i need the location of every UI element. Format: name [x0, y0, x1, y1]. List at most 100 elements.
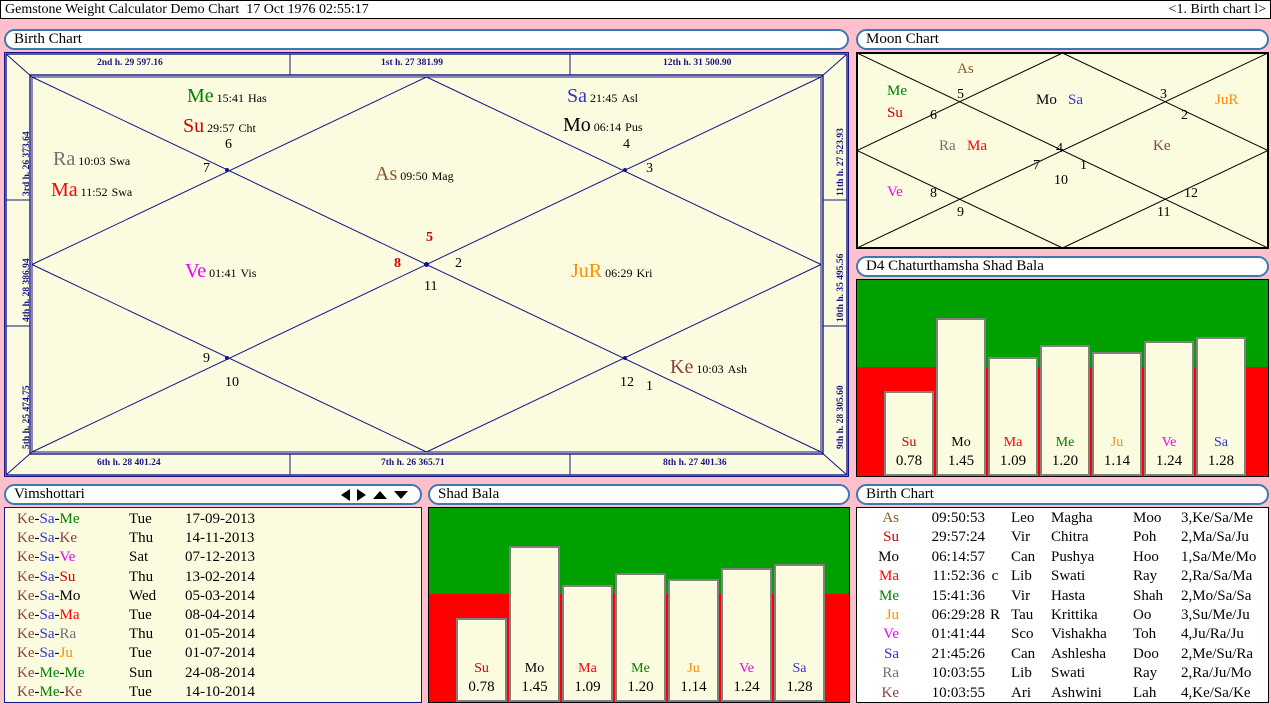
table-row[interactable]: Ra 10:03:55 Lib Swati Ray 2,Ra/Ju/Mo	[857, 664, 1268, 683]
planet-mo[interactable]: Mo 06:14 Pus	[563, 114, 642, 137]
bar-su[interactable]: Su 0.78	[884, 391, 934, 476]
house-label-11: 11th h. 27 523.93	[836, 128, 846, 196]
bar-ve[interactable]: Ve 1.24	[1144, 340, 1194, 476]
moon-planet-mo[interactable]: Mo	[1036, 92, 1057, 109]
bar-su[interactable]: Su 0.78	[456, 617, 507, 702]
moon-chart-diagram[interactable]: As Me Su Mo Sa JuR Ra Ma Ke Ve 1 2 3 4 5…	[856, 52, 1269, 249]
dasha-weekday: Thu	[129, 568, 154, 585]
planet-su[interactable]: Su 29:57 Cht	[183, 115, 256, 138]
bar-sa[interactable]: Sa 1.28	[1196, 336, 1246, 476]
up-arrow-icon[interactable]	[373, 490, 387, 499]
bar-sa[interactable]: Sa 1.28	[774, 564, 825, 702]
row-sub-lords: 1,Sa/Me/Mo	[1181, 548, 1257, 565]
planet-ju[interactable]: JuR 06:29 Kri	[571, 260, 652, 283]
planet-nakshatra: Kri	[636, 266, 653, 280]
row-nakshatra: Magha	[1051, 510, 1093, 526]
dasha-sequence: Ke-Sa-Su	[17, 568, 76, 585]
table-row[interactable]: Mo 06:14:57 Can Pushya Hoo 1,Sa/Me/Mo	[857, 548, 1268, 567]
bar-me[interactable]: Me 1.20	[615, 572, 666, 702]
table-row[interactable]: Sa 21:45:26 Can Ashlesha Doo 2,Me/Su/Ra	[857, 645, 1268, 664]
moon-house-number-1: 1	[1080, 158, 1087, 173]
planet-sa[interactable]: Sa 21:45 Asl	[567, 85, 638, 108]
dasha-date: 14-10-2014	[185, 683, 255, 700]
row-retrograde-flag	[985, 664, 1005, 683]
vimshottari-row[interactable]: Ke-Sa-Ke Thu 14-11-2013	[5, 529, 421, 548]
moon-planet-ve[interactable]: Ve	[887, 184, 903, 201]
row-degree: 11:52:36	[932, 568, 985, 585]
chart-nav-label[interactable]: <1. Birth chart l>	[1169, 2, 1270, 18]
moon-planet-ke[interactable]: Ke	[1153, 138, 1171, 155]
vimshottari-row[interactable]: Ke-Me-Me Sun 24-08-2014	[5, 664, 421, 683]
down-arrow-icon[interactable]	[394, 490, 408, 499]
d4-shad-bala-chart-area[interactable]: Su 0.78 Mo 1.45 Ma 1.09 Me 1.20 Ju 1.14 Ve 1.24 Sa 1.…	[856, 279, 1269, 477]
vimshottari-row[interactable]: Ke-Me-Ke Tue 14-10-2014	[5, 683, 421, 702]
row-sign: Lib	[1011, 665, 1032, 682]
vimshottari-row[interactable]: Ke-Sa-Ra Thu 01-05-2014	[5, 625, 421, 644]
bar-ju[interactable]: Ju 1.14	[1092, 351, 1142, 476]
bar-label: Ve	[739, 661, 754, 676]
bar-mo[interactable]: Mo 1.45	[509, 545, 560, 702]
bar-value: 1.09	[574, 679, 601, 695]
house-label-7: 7th h. 26 365.71	[381, 458, 445, 468]
bar-me[interactable]: Me 1.20	[1040, 345, 1090, 476]
planet-degree: 06:14	[593, 120, 622, 134]
bar-ve[interactable]: Ve 1.24	[721, 568, 772, 702]
row-extra: Hoo	[1133, 548, 1159, 565]
table-row[interactable]: Me 15:41:36 Vir Hasta Shah 2,Mo/Sa/Sa	[857, 587, 1268, 606]
house-number-2: 2	[455, 256, 462, 271]
table-row[interactable]: Ve 01:41:44 Sco Vishakha Toh 4,Ju/Ra/Ju	[857, 625, 1268, 644]
shad-bala-bar-chart[interactable]: Su 0.78 Mo 1.45 Ma 1.09 Me 1.20 Ju 1.14 Ve 1.24 Sa 1.…	[428, 507, 850, 703]
bar-ma[interactable]: Ma 1.09	[562, 584, 613, 702]
moon-planet-ju[interactable]: JuR	[1215, 92, 1238, 109]
moon-planet-ma[interactable]: Ma	[967, 138, 987, 155]
vimshottari-row[interactable]: Ke-Sa-Mo Wed 05-03-2014	[5, 587, 421, 606]
row-sub-lords: 4,Ke/Sa/Ke	[1181, 684, 1251, 701]
row-sign: Can	[1011, 548, 1036, 565]
planet-me[interactable]: Me 15:41 Has	[187, 85, 267, 108]
moon-planet-ra[interactable]: Ra	[939, 138, 956, 155]
row-planet: Sa	[884, 645, 899, 662]
d4-bar-chart[interactable]: Su 0.78 Mo 1.45 Ma 1.09 Me 1.20 Ju 1.14 Ve 1.24 Sa 1.…	[856, 279, 1269, 477]
vimshottari-row[interactable]: Ke-Sa-Me Tue 17-09-2013	[5, 510, 421, 529]
moon-planet-su[interactable]: Su	[887, 105, 903, 122]
moon-planet-me[interactable]: Me	[887, 83, 907, 100]
planet-degree: 21:45	[590, 91, 618, 105]
planet-ma[interactable]: Ma 11:52 Swa	[51, 179, 132, 202]
birth-chart-diagram[interactable]: 2nd h. 29 597.16 1st h. 27 381.99 12th h…	[4, 52, 849, 477]
chart-datetime: 17 Oct 1976 02:55:17	[246, 1, 369, 17]
dasha-sequence: Ke-Sa-Me	[17, 511, 80, 527]
table-row[interactable]: As 09:50:53 Leo Magha Moo 3,Ke/Sa/Me	[857, 509, 1268, 528]
bar-ma[interactable]: Ma 1.09	[988, 357, 1038, 476]
vimshottari-row[interactable]: Ke-Sa-Ve Sat 07-12-2013	[5, 548, 421, 567]
planet-ra[interactable]: Ra 10:03 Swa	[53, 148, 130, 171]
table-row[interactable]: Ke 10:03:55 Ari Ashwini Lah 4,Ke/Sa/Ke	[857, 684, 1268, 702]
row-sign: Ari	[1011, 684, 1031, 701]
birth-chart-table[interactable]: As 09:50:53 Leo Magha Moo 3,Ke/Sa/Me Su 29:57:2…	[856, 507, 1269, 703]
house-number-1: 1	[646, 379, 653, 394]
moon-planet-sa[interactable]: Sa	[1068, 92, 1083, 109]
vimshottari-dasha-list[interactable]: Ke-Sa-Me Tue 17-09-2013 Ke-Sa-Ke Thu 14-11-20…	[4, 507, 422, 703]
vimshottari-row[interactable]: Ke-Sa-Ju Tue 01-07-2014	[5, 644, 421, 663]
bar-ju[interactable]: Ju 1.14	[668, 579, 719, 702]
vimshottari-row[interactable]: Ke-Sa-Su Thu 13-02-2014	[5, 568, 421, 587]
row-retrograde-flag	[985, 509, 1005, 528]
planet-ke[interactable]: Ke 10:03 Ash	[670, 356, 747, 379]
moon-planet-as[interactable]: As	[957, 61, 974, 78]
shad-bala-chart-area[interactable]: Su 0.78 Mo 1.45 Ma 1.09 Me 1.20 Ju 1.14 Ve 1.24 Sa 1.…	[428, 507, 850, 703]
planet-as[interactable]: As 09:50 Mag	[375, 163, 454, 186]
planet-ve[interactable]: Ve 01:41 Vis	[185, 260, 256, 283]
row-degree: 29:57:24	[931, 529, 985, 546]
table-row[interactable]: Ma 11:52:36 c Lib Swati Ray 2,Ra/Sa/Ma	[857, 567, 1268, 586]
left-arrow-icon[interactable]	[341, 488, 350, 501]
table-row[interactable]: Ju 06:29:28 R Tau Krittika Oo 3,Su/Me/Ju	[857, 606, 1268, 625]
table-row[interactable]: Su 29:57:24 Vir Chitra Poh 2,Ma/Sa/Ju	[857, 528, 1268, 547]
vimshottari-row[interactable]: Ke-Sa-Ma Tue 08-04-2014	[5, 606, 421, 625]
row-extra: Shah	[1133, 587, 1163, 604]
planet-abbr: JuR	[571, 260, 603, 282]
bar-mo[interactable]: Mo 1.45	[936, 318, 986, 476]
planet-abbr: As	[375, 163, 398, 185]
dasha-sequence: Ke-Sa-Ju	[17, 645, 73, 662]
house-label-8: 8th h. 27 401.36	[663, 458, 727, 468]
right-arrow-icon[interactable]	[357, 488, 366, 501]
moon-house-number-3: 3	[1160, 87, 1167, 102]
